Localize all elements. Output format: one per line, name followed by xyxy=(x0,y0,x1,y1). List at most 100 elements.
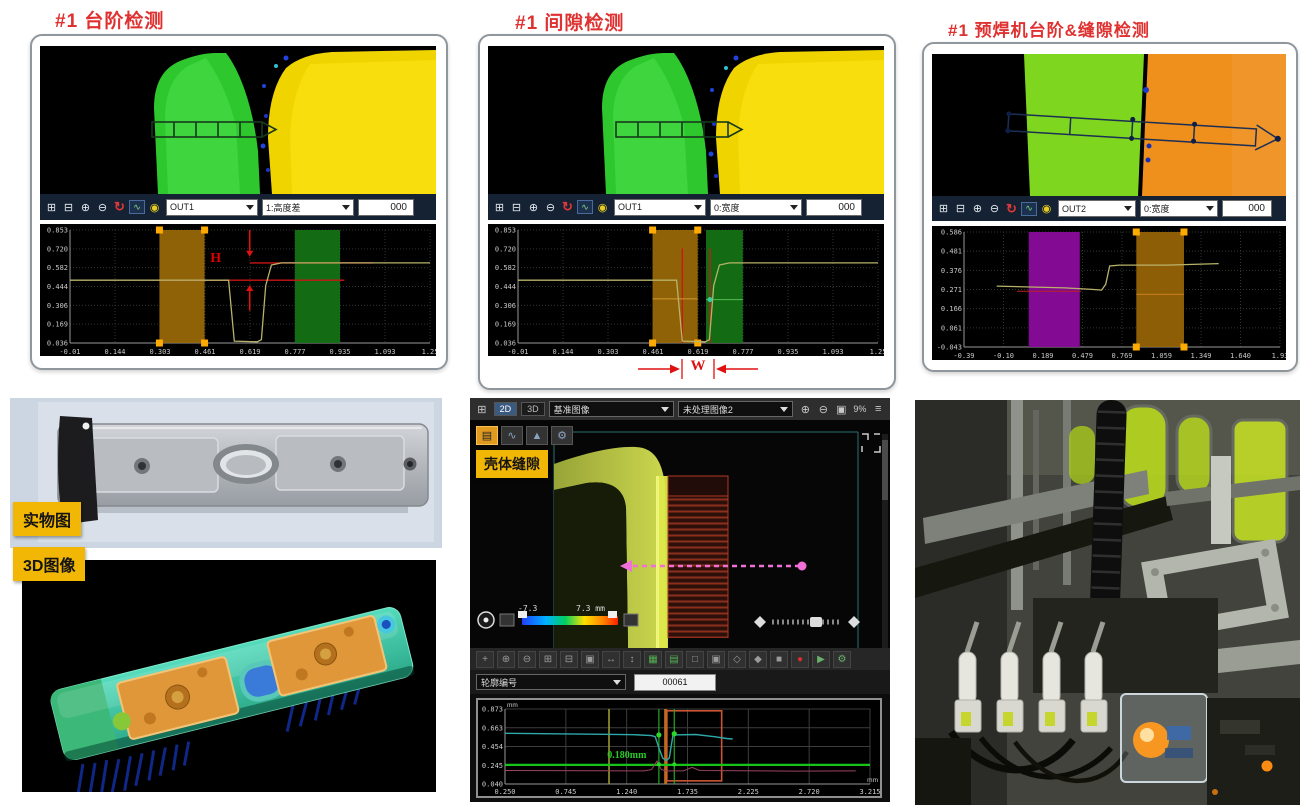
base-image-select[interactable]: 基准图像 xyxy=(549,401,674,417)
output-settings-icon[interactable]: ◉ xyxy=(595,199,610,215)
profile-wave-icon[interactable]: ∿ xyxy=(577,200,593,214)
gap-output-select[interactable]: OUT1 xyxy=(614,199,706,216)
slide-canvas: #1 台阶检测 #1 间隙检测 #1 预焊机台阶&缝隙检测 xyxy=(0,0,1300,805)
svg-text:0.036: 0.036 xyxy=(47,340,68,348)
physical-part-photo xyxy=(38,402,434,542)
zoom-wide-icon[interactable]: ⊟ xyxy=(61,199,76,215)
box-b-icon[interactable]: ▣ xyxy=(707,651,725,668)
fit-screen-icon[interactable]: ▣ xyxy=(833,401,849,417)
svg-text:0.180mm: 0.180mm xyxy=(607,750,647,761)
prewelder-profile-chart[interactable]: -0.39-0.100.1890.4790.7691.0591.3491.640… xyxy=(932,226,1286,360)
pan-icon[interactable]: ↔ xyxy=(602,651,620,668)
step-profile-chart[interactable]: -0.010.1440.3030.4610.6190.7770.9351.093… xyxy=(40,224,436,356)
gap-output-value: OUT1 xyxy=(618,202,642,212)
svg-text:0.619: 0.619 xyxy=(687,348,708,356)
zoom-in-icon[interactable]: ⊕ xyxy=(497,651,515,668)
gap-value-box[interactable]: 000 xyxy=(806,199,862,216)
zoom-in-icon[interactable]: ⊕ xyxy=(970,201,985,217)
gap-toolbar: ⊞⊟⊕⊖↻∿◉ OUT1 0:宽度 000 xyxy=(488,194,884,220)
gap-profile-chart[interactable]: -0.010.1440.3030.4610.6190.7770.9351.093… xyxy=(488,224,884,356)
profile-wave-icon[interactable]: ∿ xyxy=(1021,202,1037,216)
svg-text:0.444: 0.444 xyxy=(495,283,516,291)
user-icon[interactable]: ≡ xyxy=(870,401,886,417)
export-icon[interactable]: ▶ xyxy=(812,651,830,668)
tab-3d[interactable]: 3D xyxy=(521,402,545,416)
view-settings-icon[interactable]: ⚙ xyxy=(833,651,851,668)
zoom-fit-icon[interactable]: ⊟ xyxy=(560,651,578,668)
roi-move-icon[interactable]: ◆ xyxy=(749,651,767,668)
zoom-out-icon[interactable]: ⊖ xyxy=(987,201,1002,217)
svg-text:3.215: 3.215 xyxy=(859,788,880,796)
output-settings-icon[interactable]: ◉ xyxy=(1039,201,1054,217)
step-height-image xyxy=(40,46,436,194)
svg-text:0.481: 0.481 xyxy=(941,248,962,256)
zoom-out-icon[interactable]: ⊖ xyxy=(95,199,110,215)
height-image-icon[interactable]: ▤ xyxy=(476,426,498,445)
svg-text:1.059: 1.059 xyxy=(1151,352,1172,360)
height-measure-icon[interactable]: ↕ xyxy=(623,651,641,668)
roi-edit-icon[interactable]: ■ xyxy=(770,651,788,668)
zoom-in-icon[interactable]: ⊕ xyxy=(526,199,541,215)
position-adjust-icon[interactable]: ⚙ xyxy=(551,426,573,445)
roi-select-icon[interactable]: ◇ xyxy=(728,651,746,668)
mask-green-icon[interactable]: ▤ xyxy=(665,651,683,668)
chevron-down-icon xyxy=(246,205,254,210)
zoom-wide-icon[interactable]: ⊟ xyxy=(509,199,524,215)
svg-text:mm: mm xyxy=(867,777,878,784)
svg-text:0.036: 0.036 xyxy=(495,340,516,348)
svg-text:-0.10: -0.10 xyxy=(993,352,1014,360)
profile-graph-icon[interactable]: ∿ xyxy=(501,426,523,445)
svg-text:0.853: 0.853 xyxy=(495,227,516,235)
zoom-in-icon[interactable]: ⊕ xyxy=(797,401,813,417)
svg-text:1.735: 1.735 xyxy=(677,788,698,796)
prewelder-value-box[interactable]: 000 xyxy=(1222,200,1272,217)
shell-gap-profile-chart[interactable]: 0.2500.7451.2401.7352.2252.7203.2150.873… xyxy=(476,698,882,798)
layout-icon[interactable]: ⊞ xyxy=(474,401,490,417)
record-icon[interactable]: ● xyxy=(791,651,809,668)
profile-number-value[interactable]: 00061 xyxy=(634,674,716,691)
zoom-region-icon[interactable]: ⊞ xyxy=(539,651,557,668)
processed-image-select[interactable]: 未处理图像2 xyxy=(678,401,793,417)
gap-detection-card: ⊞⊟⊕⊖↻∿◉ OUT1 0:宽度 000 -0.010.1440.3030.4… xyxy=(478,34,896,390)
zoom-out-icon[interactable]: ⊖ xyxy=(815,401,831,417)
zoom-area-icon[interactable]: ⊞ xyxy=(44,199,59,215)
svg-text:0.306: 0.306 xyxy=(495,302,516,310)
refresh-icon[interactable]: ↻ xyxy=(112,199,127,215)
surface-3d-icon[interactable]: ▲ xyxy=(526,426,548,445)
svg-text:0.444: 0.444 xyxy=(47,283,68,291)
profile-number-select[interactable]: 轮廓编号 xyxy=(476,674,626,690)
chevron-down-icon xyxy=(1124,206,1132,211)
zoom-in-icon[interactable]: ⊕ xyxy=(78,199,93,215)
svg-text:-0.01: -0.01 xyxy=(507,348,528,356)
tab-2d[interactable]: 2D xyxy=(494,402,518,416)
svg-text:0.461: 0.461 xyxy=(194,348,215,356)
step-measure-select[interactable]: 1:高度差 xyxy=(262,199,354,216)
svg-text:1.25: 1.25 xyxy=(870,348,884,356)
gap-measure-value: 0:宽度 xyxy=(714,201,740,214)
compare-green-icon[interactable]: ▦ xyxy=(644,651,662,668)
select-icon[interactable]: + xyxy=(476,651,494,668)
prewelder-toolbar: ⊞⊟⊕⊖↻∿◉ OUT2 0:宽度 000 xyxy=(932,196,1286,221)
zoom-wide-icon[interactable]: ⊟ xyxy=(953,201,968,217)
prewelder-output-select[interactable]: OUT2 xyxy=(1058,200,1136,217)
svg-text:0.769: 0.769 xyxy=(1111,352,1132,360)
output-settings-icon[interactable]: ◉ xyxy=(147,199,162,215)
chevron-down-icon xyxy=(661,407,669,412)
svg-text:0.250: 0.250 xyxy=(494,788,515,796)
zoom-area-icon[interactable]: ⊞ xyxy=(936,201,951,217)
box-a-icon[interactable]: □ xyxy=(686,651,704,668)
profile-wave-icon[interactable]: ∿ xyxy=(129,200,145,214)
zoom-out-icon[interactable]: ⊖ xyxy=(543,199,558,215)
gap-measure-select[interactable]: 0:宽度 xyxy=(710,199,802,216)
step-value-box[interactable]: 000 xyxy=(358,199,414,216)
step-output-select[interactable]: OUT1 xyxy=(166,199,258,216)
refresh-icon[interactable]: ↻ xyxy=(560,199,575,215)
zoom-1to1-icon[interactable]: ▣ xyxy=(581,651,599,668)
refresh-icon[interactable]: ↻ xyxy=(1004,201,1019,217)
zoom-area-icon[interactable]: ⊞ xyxy=(492,199,507,215)
svg-text:0.061: 0.061 xyxy=(941,324,962,332)
prewelder-measure-select[interactable]: 0:宽度 xyxy=(1140,200,1218,217)
zoom-out-icon[interactable]: ⊖ xyxy=(518,651,536,668)
profile-row: 轮廓编号 00061 xyxy=(470,670,890,694)
measurement-app-panel: ⊞ 2D 3D 基准图像 未处理图像2 ⊕⊖▣ 9% ≡ ▤∿▲⚙ 壳体缝隙 xyxy=(470,398,890,802)
